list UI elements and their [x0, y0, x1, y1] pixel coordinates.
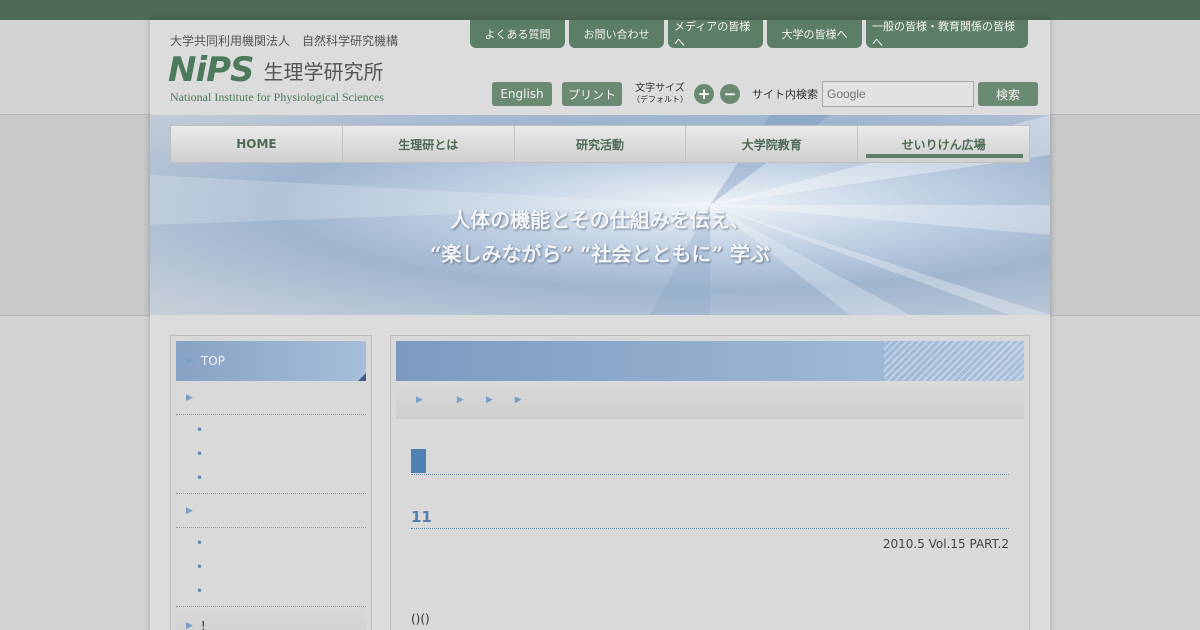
sidebar-subitem[interactable]: • [176, 466, 366, 490]
nav-research[interactable]: 研究活動 [515, 126, 687, 162]
nav-public-square[interactable]: せいりけん広場 [858, 126, 1029, 162]
content-banner [396, 341, 1024, 381]
hero-tagline: 人体の機能とその仕組みを伝え、 “楽しみながら” “社会とともに” 学ぶ [150, 203, 1050, 271]
sidebar-item[interactable]: ▶ ! [176, 607, 366, 630]
sidebar-subitem[interactable]: • [176, 442, 366, 466]
sidebar-subitem[interactable]: • [176, 555, 366, 579]
search-label: サイト内検索 [752, 88, 818, 101]
section-heading: 11 [411, 505, 1009, 529]
logo-mark: NiPS [168, 50, 255, 90]
logo-english-name: National Institute for Physiological Sci… [170, 90, 384, 104]
banner-stripes [884, 341, 1024, 381]
font-size-label: 文字サイズ （デフォルト） [632, 83, 688, 105]
tab-contact[interactable]: お問い合わせ [569, 20, 664, 48]
font-decrease-button[interactable]: − [720, 84, 740, 104]
arrow-right-icon: ▶ [186, 620, 193, 630]
breadcrumb-arrow-icon[interactable]: ▶ [486, 395, 493, 405]
global-nav: HOME 生理研とは 研究活動 大学院教育 せいりけん広場 [170, 125, 1030, 163]
title-marker [411, 449, 426, 473]
nav-about[interactable]: 生理研とは [343, 126, 515, 162]
breadcrumb-arrow-icon[interactable]: ▶ [457, 395, 464, 405]
sidebar-item-label: TOP [200, 354, 225, 368]
tab-general[interactable]: 一般の皆様・教育関係の皆様へ [866, 20, 1028, 49]
breadcrumb-arrow-icon[interactable]: ▶ [416, 395, 423, 405]
arrow-right-icon: ▶ [186, 505, 193, 516]
english-button[interactable]: English [492, 82, 552, 106]
sidebar-item[interactable]: ▶ [176, 381, 366, 415]
top-tabs: よくある質問 お問い合わせ メディアの皆様へ 大学の皆様へ 一般の皆様・教育関係… [470, 20, 1028, 49]
main-content: ▶ ▶ ▶ ▶ 11 2010.5 Vol.15 PART.2 ()() [390, 335, 1030, 630]
breadcrumb: ▶ ▶ ▶ ▶ [396, 381, 1024, 419]
nav-home[interactable]: HOME [171, 126, 343, 162]
hero-tagline-line2: “楽しみながら” “社会とともに” 学ぶ [430, 242, 770, 266]
logo-japanese-name: 生理学研究所 [263, 59, 384, 84]
organization-name: 大学共同利用機関法人 自然科学研究機構 [170, 34, 399, 48]
sidebar-item-top[interactable]: ▶ TOP [176, 341, 366, 381]
search-input[interactable] [822, 81, 974, 107]
header-tools: English プリント 文字サイズ （デフォルト） + − サイト内検索 検索 [492, 81, 1038, 107]
sidebar-subitem[interactable]: • [176, 531, 366, 555]
print-button[interactable]: プリント [562, 82, 622, 106]
font-size-text: 文字サイズ [635, 83, 685, 94]
page-container: 大学共同利用機関法人 自然科学研究機構 NiPS 生理学研究所 National… [150, 20, 1050, 630]
sidebar-subitem[interactable]: • [176, 418, 366, 442]
issue-info: 2010.5 Vol.15 PART.2 [882, 537, 1009, 551]
breadcrumb-arrow-icon[interactable]: ▶ [515, 395, 522, 405]
sidebar-sublist: • • • [176, 528, 366, 607]
tab-university[interactable]: 大学の皆様へ [767, 20, 862, 48]
sidebar-sublist: • • • [176, 415, 366, 494]
site-logo[interactable]: NiPS 生理学研究所 [168, 50, 384, 90]
sidebar-subitem[interactable]: • [176, 579, 366, 603]
tab-faq[interactable]: よくある質問 [470, 20, 565, 48]
top-band [0, 0, 1200, 20]
hero-tagline-line1: 人体の機能とその仕組みを伝え、 [450, 208, 750, 232]
font-increase-button[interactable]: + [694, 84, 714, 104]
nav-graduate[interactable]: 大学院教育 [686, 126, 859, 162]
sidebar-item[interactable]: ▶ [176, 494, 366, 528]
sidebar: ▶ TOP ▶ • • • ▶ • • • ▶ ! [170, 335, 372, 630]
sidebar-item-label: ! [200, 618, 206, 630]
tab-media[interactable]: メディアの皆様へ [668, 20, 763, 49]
font-size-default: （デフォルト） [632, 95, 688, 104]
arrow-right-icon: ▶ [186, 356, 193, 366]
arrow-right-icon: ▶ [186, 392, 193, 403]
body-text: ()() [411, 612, 430, 626]
search-button[interactable]: 検索 [978, 82, 1038, 106]
page-title [411, 449, 1009, 475]
